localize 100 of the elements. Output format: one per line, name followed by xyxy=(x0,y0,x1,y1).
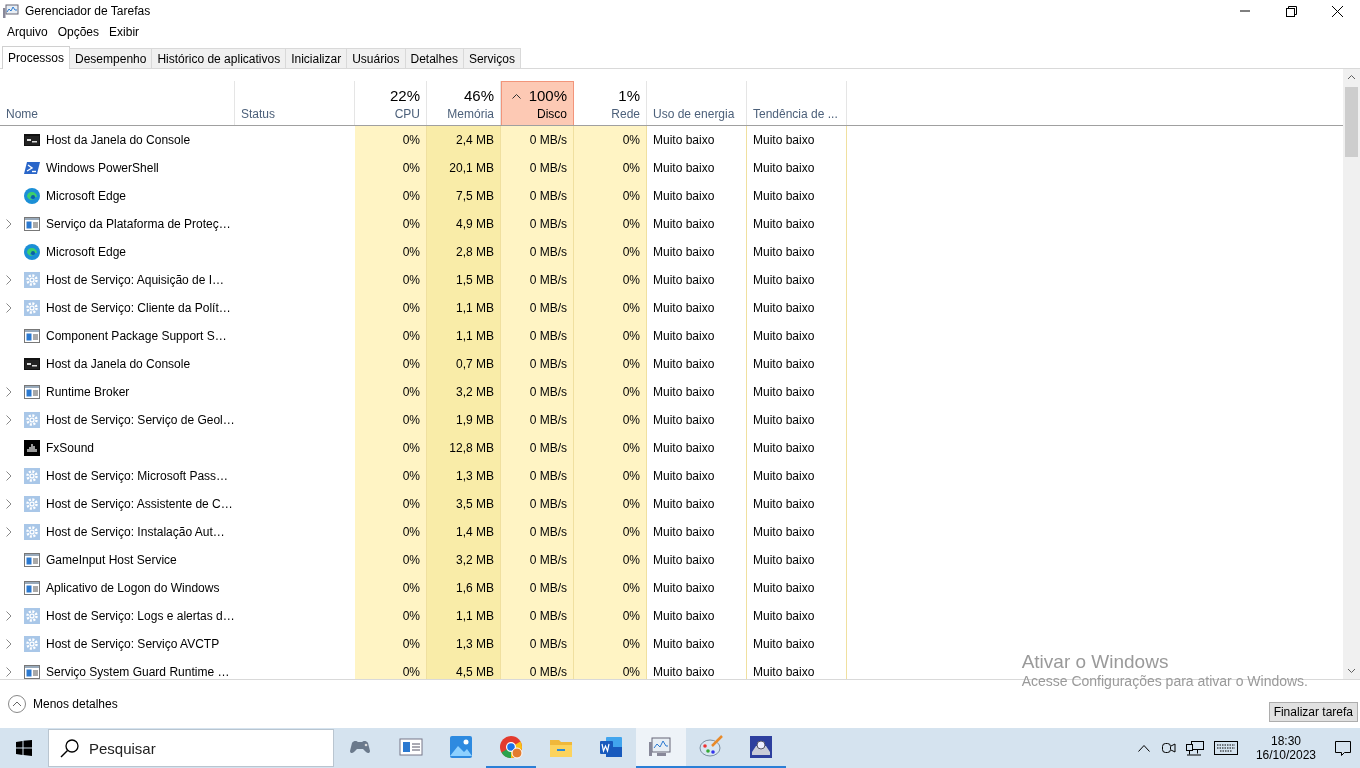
window-icon xyxy=(24,665,40,679)
process-name: Aplicativo de Logon do Windows xyxy=(46,581,220,595)
expand-chevron-icon[interactable] xyxy=(6,387,12,397)
cpu-cell: 0% xyxy=(355,574,427,602)
restore-icon xyxy=(1285,5,1297,17)
column-header[interactable]: Status xyxy=(235,81,355,125)
network-icon[interactable] xyxy=(1185,740,1204,756)
window-title: Gerenciador de Tarefas xyxy=(25,4,152,18)
photos-icon xyxy=(448,734,474,760)
menu-item[interactable]: Arquivo xyxy=(2,23,53,41)
clock[interactable]: 18:30 16/10/2023 xyxy=(1255,734,1316,762)
menu-item[interactable]: Opções xyxy=(52,23,105,41)
memory-cell: 1,1 MB xyxy=(427,602,501,630)
tab[interactable]: Usuários xyxy=(346,48,406,68)
column-header[interactable]: 1% Rede xyxy=(574,81,647,125)
disk-cell: 0 MB/s xyxy=(501,574,574,602)
process-name: Host da Janela do Console xyxy=(46,133,191,147)
memory-cell: 4,5 MB xyxy=(427,658,501,679)
notification-icon[interactable] xyxy=(1334,739,1352,757)
scrollbar[interactable] xyxy=(1343,69,1360,679)
keyboard-icon[interactable] xyxy=(1213,741,1238,755)
expand-chevron-icon[interactable] xyxy=(6,611,12,621)
process-name: Microsoft Edge xyxy=(46,189,127,203)
sound-bars-icon xyxy=(24,440,40,456)
tab[interactable]: Processos xyxy=(2,46,71,69)
network-cell: 0% xyxy=(574,574,647,602)
column-header[interactable]: Uso de energia xyxy=(647,81,747,125)
camera-icon[interactable] xyxy=(1159,740,1176,756)
network-cell: 0% xyxy=(574,266,647,294)
energy-trend-cell: Muito baixo xyxy=(747,210,847,238)
memory-cell: 1,4 MB xyxy=(427,518,501,546)
expand-chevron-icon[interactable] xyxy=(6,275,12,285)
process-name: Host de Serviço: Serviço AVCTP xyxy=(46,637,220,651)
expand-chevron-icon[interactable] xyxy=(6,527,12,537)
activation-text: Acesse Configurações para ativar o Windows. xyxy=(1021,673,1308,689)
expand-chevron-icon[interactable] xyxy=(6,219,12,229)
expand-chevron-icon[interactable] xyxy=(6,639,12,649)
network-cell: 0% xyxy=(574,462,647,490)
cpu-cell: 0% xyxy=(355,658,427,679)
column-header[interactable]: 22% CPU xyxy=(355,81,427,125)
end-task-button[interactable]: Finalizar tarefa xyxy=(1268,702,1358,722)
tab[interactable]: Detalhes xyxy=(404,48,464,68)
process-name: Host de Serviço: Aquisição de I… xyxy=(46,273,225,287)
tab[interactable]: Inicializar xyxy=(285,48,348,68)
tab[interactable]: Serviços xyxy=(462,48,521,68)
energy-trend-cell: Muito baixo xyxy=(747,126,847,154)
network-cell: 0% xyxy=(574,518,647,546)
disk-cell: 0 MB/s xyxy=(501,602,574,630)
disk-cell: 0 MB/s xyxy=(501,294,574,322)
process-name: Host de Serviço: Assistente de C… xyxy=(46,497,233,511)
cpu-cell: 0% xyxy=(355,546,427,574)
energy-cell: Muito baixo xyxy=(647,378,747,406)
window-icon xyxy=(24,553,40,567)
scrollbar-thumb[interactable] xyxy=(1345,87,1358,157)
chevron-up-icon[interactable] xyxy=(1137,744,1150,752)
task-manager-icon xyxy=(3,4,19,18)
disk-cell: 0 MB/s xyxy=(501,658,574,679)
network-cell: 0% xyxy=(574,322,647,350)
column-header[interactable]: Nome xyxy=(0,81,235,125)
tab[interactable]: Desempenho xyxy=(69,48,153,68)
expand-chevron-icon[interactable] xyxy=(6,667,12,677)
disk-cell: 0 MB/s xyxy=(501,322,574,350)
activation-title: Ativar o Windows xyxy=(1021,651,1169,673)
cpu-cell: 0% xyxy=(355,294,427,322)
network-cell: 0% xyxy=(574,378,647,406)
window-icon xyxy=(24,329,40,343)
disk-cell: 0 MB/s xyxy=(501,182,574,210)
close-icon xyxy=(1331,5,1343,17)
expand-chevron-icon[interactable] xyxy=(6,415,12,425)
energy-cell: Muito baixo xyxy=(647,630,747,658)
expand-chevron-icon[interactable] xyxy=(6,471,12,481)
energy-trend-cell: Muito baixo xyxy=(747,266,847,294)
fewer-details-button[interactable]: Menos detalhes xyxy=(8,695,118,713)
memory-cell: 1,6 MB xyxy=(427,574,501,602)
energy-cell: Muito baixo xyxy=(647,462,747,490)
energy-cell: Muito baixo xyxy=(647,154,747,182)
energy-trend-cell: Muito baixo xyxy=(747,574,847,602)
total-usage: 100% xyxy=(528,87,567,104)
network-cell: 0% xyxy=(574,658,647,679)
search-field[interactable]: Pesquisar xyxy=(48,729,334,767)
network-cell: 0% xyxy=(574,630,647,658)
disk-cell: 0 MB/s xyxy=(501,238,574,266)
column-header[interactable]: Tendência de ... xyxy=(747,81,847,125)
browser-icon xyxy=(24,244,40,260)
network-cell: 0% xyxy=(574,154,647,182)
cpu-cell: 0% xyxy=(355,126,427,154)
taskbar-app-button[interactable] xyxy=(636,728,686,768)
menu-item[interactable]: Exibir xyxy=(104,23,145,41)
energy-trend-cell: Muito baixo xyxy=(747,658,847,679)
process-name: Host de Serviço: Microsoft Pass… xyxy=(46,469,229,483)
energy-trend-cell: Muito baixo xyxy=(747,182,847,210)
process-name: Host de Serviço: Cliente da Polít… xyxy=(46,301,231,315)
network-cell: 0% xyxy=(574,490,647,518)
expand-chevron-icon[interactable] xyxy=(6,499,12,509)
expand-chevron-icon[interactable] xyxy=(6,303,12,313)
gear-icon xyxy=(24,468,40,484)
tab[interactable]: Histórico de aplicativos xyxy=(151,48,287,68)
process-name: Component Package Support S… xyxy=(46,329,227,343)
column-header[interactable]: 100% Disco xyxy=(501,81,574,125)
energy-cell: Muito baixo xyxy=(647,182,747,210)
